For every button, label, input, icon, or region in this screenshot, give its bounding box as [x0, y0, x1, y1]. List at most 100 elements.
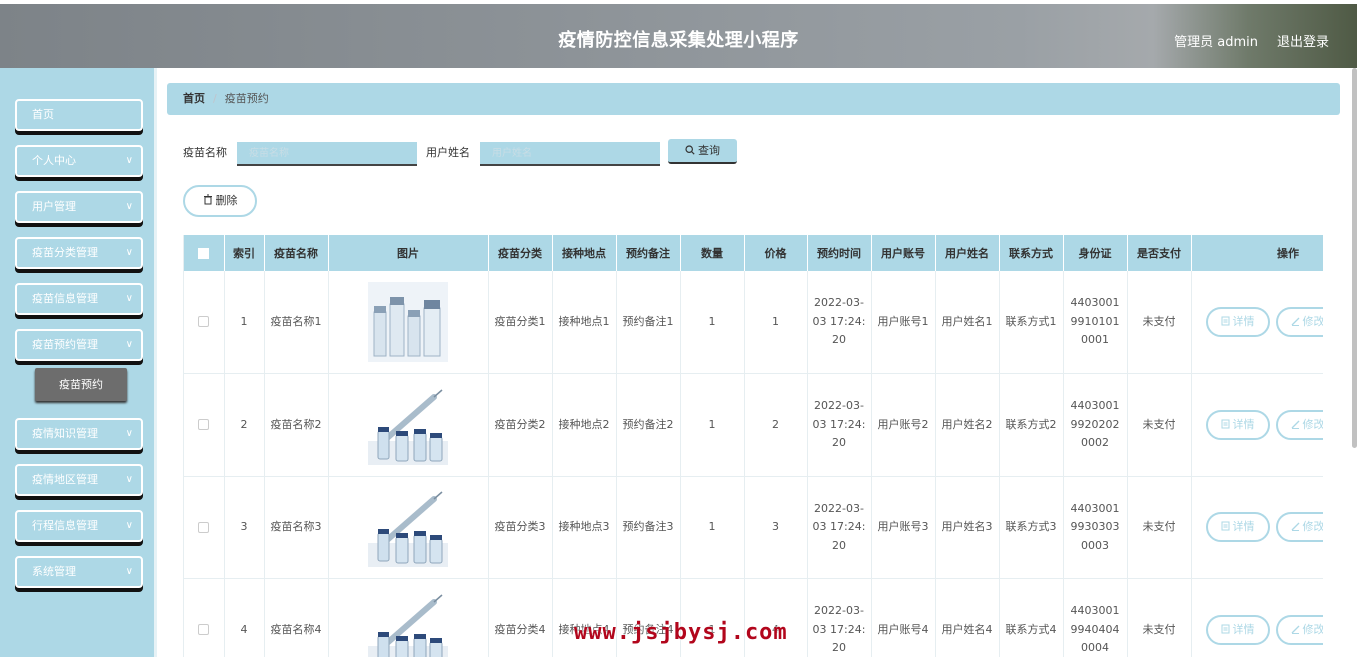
document-icon — [1221, 521, 1229, 531]
edit-button-label: 修改 — [1302, 315, 1324, 328]
delete-button[interactable]: 删除 — [183, 185, 257, 217]
edit-button-label: 修改 — [1302, 622, 1324, 636]
cell-note: 预约备注1 — [616, 271, 681, 374]
vaccine-image — [368, 487, 448, 568]
column-header: 用户账号 — [871, 235, 936, 271]
cell-location: 接种地点1 — [552, 271, 617, 374]
cell-paid: 未支付 — [1127, 578, 1192, 657]
page-scrollbar[interactable] — [1352, 68, 1357, 448]
sidebar-item-label: 首页 — [32, 108, 54, 121]
query-button[interactable]: 查询 — [668, 139, 737, 164]
column-header: 图片 — [328, 235, 489, 271]
admin-user-label: 管理员 admin — [1174, 35, 1258, 50]
row-checkbox-cell[interactable] — [184, 373, 225, 477]
cell-price: 2 — [744, 373, 808, 477]
cell-category: 疫苗分类1 — [488, 271, 553, 374]
cell-note: 预约备注2 — [616, 373, 681, 477]
detail-button-label: 详情 — [1232, 417, 1255, 431]
row-checkbox-cell[interactable] — [184, 271, 225, 374]
user-name-label: 用户姓名 — [426, 146, 470, 159]
delete-button-label: 删除 — [215, 194, 238, 207]
cell-category: 疫苗分类4 — [488, 578, 553, 657]
sidebar-item-label: 行程信息管理 — [32, 519, 98, 532]
chevron-down-icon: ∨ — [125, 155, 133, 166]
vaccine-image — [368, 282, 448, 362]
select-all-checkbox[interactable] — [198, 248, 210, 259]
cell-contact: 联系方式3 — [999, 476, 1064, 579]
row-checkbox[interactable] — [198, 624, 210, 635]
user-name-input[interactable] — [480, 142, 660, 166]
cell-account: 用户账号2 — [871, 373, 936, 477]
cell-paid: 未支付 — [1127, 373, 1192, 477]
detail-button[interactable]: 详情 — [1205, 409, 1270, 440]
cell-note: 预约备注4 — [616, 578, 681, 657]
chevron-down-icon: ∨ — [125, 520, 133, 531]
sidebar-item-vaccine-appointment[interactable]: 疫苗预约管理 ∨ — [15, 329, 143, 361]
sidebar-subitem-vaccine-appointment[interactable]: 疫苗预约 — [35, 368, 127, 401]
row-checkbox-cell[interactable] — [184, 476, 225, 579]
detail-button[interactable]: 详情 — [1205, 512, 1270, 543]
breadcrumb-separator: / — [213, 92, 217, 105]
top-header: 疫情防控信息采集处理小程序 管理员 admin 退出登录 — [0, 0, 1357, 68]
document-icon — [1221, 316, 1229, 326]
column-header: 操作 — [1191, 235, 1323, 271]
sidebar-item-itinerary[interactable]: 行程信息管理 ∨ — [15, 510, 143, 542]
cell-image — [328, 578, 489, 657]
edit-button[interactable]: 修改 — [1275, 512, 1323, 543]
column-header: 索引 — [224, 235, 265, 271]
sidebar-item-label: 个人中心 — [32, 154, 76, 167]
column-header: 疫苗分类 — [488, 235, 553, 271]
row-checkbox[interactable] — [198, 316, 210, 328]
cell-qty: 1 — [680, 578, 745, 657]
detail-button[interactable]: 详情 — [1205, 307, 1270, 337]
sidebar-item-label: 疫苗信息管理 — [32, 292, 98, 305]
cell-name: 疫苗名称1 — [264, 271, 329, 374]
sidebar: 首页 个人中心 ∨ 用户管理 ∨ 疫苗分类管理 ∨ 疫苗信息管理 ∨ 疫苗预约管理 ∨ 疫… — [0, 68, 157, 657]
cell-price: 1 — [744, 271, 808, 374]
cell-idcard: 440300199202020002 — [1063, 373, 1128, 477]
sidebar-item-epidemic-knowledge[interactable]: 疫情知识管理 ∨ — [15, 418, 143, 450]
row-checkbox[interactable] — [198, 521, 210, 533]
breadcrumb-current: 疫苗预约 — [224, 92, 269, 105]
cell-paid: 未支付 — [1127, 271, 1192, 374]
document-icon — [1221, 624, 1229, 634]
cell-actions: 详情 修改 — [1191, 578, 1324, 657]
chevron-down-icon: ∨ — [125, 339, 133, 350]
select-all-checkbox-cell[interactable] — [184, 235, 225, 271]
cell-time: 2022-03-03 17:24:20 — [807, 271, 872, 374]
edit-icon — [1291, 522, 1299, 532]
row-checkbox-cell[interactable] — [184, 578, 225, 657]
sidebar-item-vaccine-info[interactable]: 疫苗信息管理 ∨ — [15, 283, 143, 315]
trash-icon — [203, 194, 212, 205]
sidebar-item-vaccine-category[interactable]: 疫苗分类管理 ∨ — [15, 237, 143, 269]
row-checkbox[interactable] — [198, 419, 210, 430]
chevron-down-icon: ∨ — [125, 293, 133, 304]
cell-note: 预约备注3 — [616, 476, 681, 579]
sidebar-item-user-management[interactable]: 用户管理 ∨ — [15, 191, 143, 223]
edit-button[interactable]: 修改 — [1275, 307, 1324, 337]
column-header: 是否支付 — [1127, 235, 1192, 271]
column-header: 预约时间 — [807, 235, 872, 271]
sidebar-item-system[interactable]: 系统管理 ∨ — [15, 556, 143, 588]
vaccine-name-input[interactable] — [237, 142, 417, 166]
cell-contact: 联系方式2 — [999, 373, 1064, 477]
detail-button[interactable]: 详情 — [1205, 614, 1270, 645]
breadcrumb-home[interactable]: 首页 — [183, 92, 205, 105]
logout-link[interactable]: 退出登录 — [1277, 31, 1329, 50]
sidebar-item-epidemic-region[interactable]: 疫情地区管理 ∨ — [15, 464, 143, 496]
column-header: 预约备注 — [616, 235, 681, 271]
sidebar-item-personal-center[interactable]: 个人中心 ∨ — [15, 145, 143, 177]
edit-icon — [1291, 625, 1299, 634]
edit-button[interactable]: 修改 — [1275, 409, 1323, 440]
cell-qty: 1 — [680, 476, 745, 579]
cell-account: 用户账号4 — [871, 578, 936, 657]
edit-button[interactable]: 修改 — [1275, 614, 1324, 645]
sidebar-item-home[interactable]: 首页 — [15, 99, 143, 131]
cell-idcard: 440300199101010001 — [1063, 271, 1128, 374]
sidebar-item-label: 用户管理 — [32, 200, 76, 213]
cell-time: 2022-03-03 17:24:20 — [807, 476, 872, 579]
cell-name: 疫苗名称4 — [264, 578, 329, 657]
cell-location: 接种地点3 — [552, 476, 617, 579]
cell-image — [328, 476, 489, 579]
column-header: 用户姓名 — [935, 235, 1000, 271]
